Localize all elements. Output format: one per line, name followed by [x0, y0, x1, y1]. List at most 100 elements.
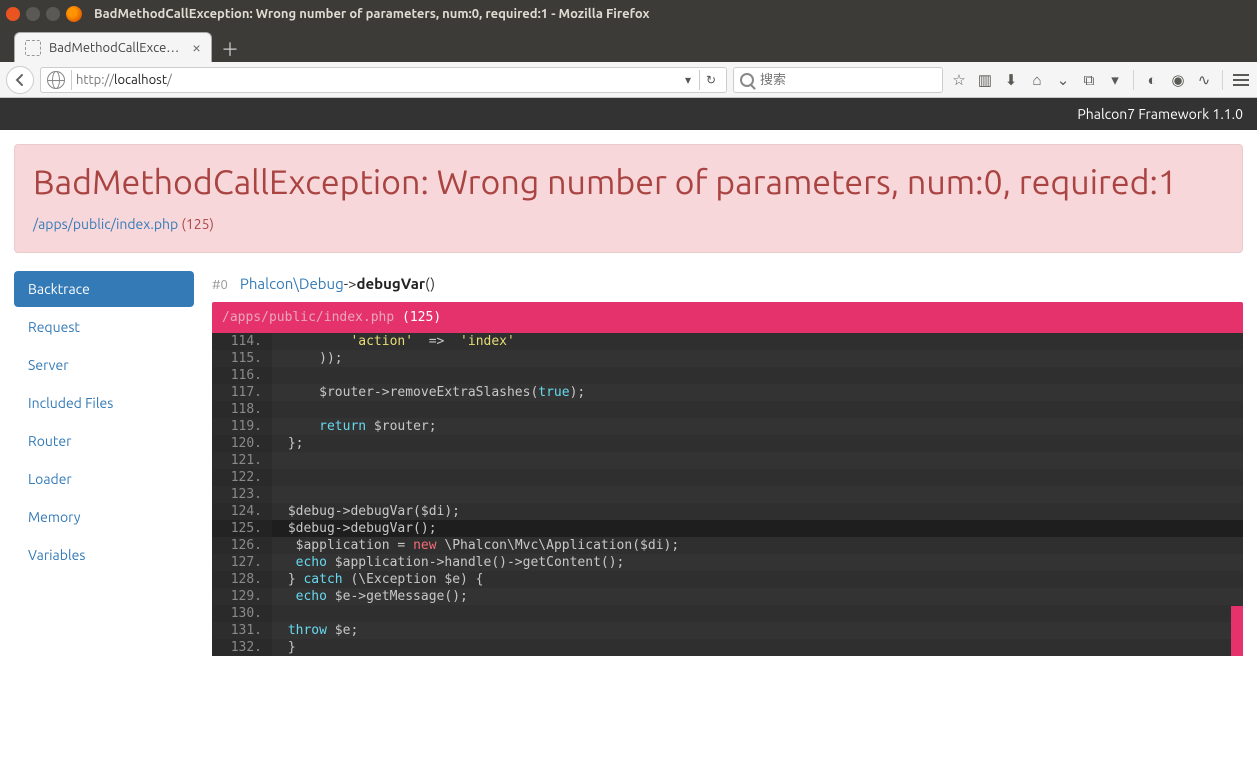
error-file-link[interactable]: /apps/public/index.php: [33, 216, 178, 232]
code-row: 126. $application = new \Phalcon\Mvc\App…: [212, 537, 1243, 554]
code-row: 123.: [212, 486, 1243, 503]
error-line: (125): [181, 216, 214, 232]
code-row: 130.: [212, 605, 1243, 622]
code-content: } catch (\Exception $e) {: [272, 571, 1243, 588]
trace-args: (): [425, 275, 435, 292]
browser-tab[interactable]: BadMethodCallExcepti... ×: [14, 32, 212, 62]
menu-button[interactable]: [1231, 70, 1251, 90]
sidebar-item-memory[interactable]: Memory: [14, 499, 194, 535]
globe-icon: [47, 71, 65, 89]
window-close-button[interactable]: [6, 7, 20, 21]
code-file-header: /apps/public/index.php (125): [212, 302, 1243, 333]
line-number: 123.: [212, 486, 272, 503]
code-content: [272, 401, 1243, 418]
trace-call: Phalcon\Debug->debugVar(): [240, 275, 435, 292]
window-minimize-button[interactable]: [26, 7, 40, 21]
line-number: 125.: [212, 520, 272, 537]
line-number: 130.: [212, 605, 272, 622]
line-number: 119.: [212, 418, 272, 435]
firefox-icon: [66, 6, 82, 22]
error-panel: BadMethodCallException: Wrong number of …: [14, 144, 1243, 253]
line-number: 122.: [212, 469, 272, 486]
window-title: BadMethodCallException: Wrong number of …: [94, 7, 650, 21]
search-box[interactable]: [733, 67, 943, 93]
trace-namespace[interactable]: Phalcon\Debug: [240, 275, 344, 292]
library-icon[interactable]: ▥: [975, 70, 995, 90]
url-dropdown-button[interactable]: ▾: [677, 73, 699, 87]
new-tab-button[interactable]: ＋: [216, 36, 244, 62]
line-number: 115.: [212, 350, 272, 367]
downloads-icon[interactable]: ⬇: [1001, 70, 1021, 90]
line-number: 120.: [212, 435, 272, 452]
code-row: 128. } catch (\Exception $e) {: [212, 571, 1243, 588]
home-icon[interactable]: ⌂: [1027, 70, 1047, 90]
tab-title: BadMethodCallExcepti...: [49, 41, 186, 55]
sidebar-item-included-files[interactable]: Included Files: [14, 385, 194, 421]
code-content: return $router;: [272, 418, 1243, 435]
code-row: 131. throw $e;: [212, 622, 1243, 639]
url-host: localhost: [114, 73, 167, 87]
bookmark-star-icon[interactable]: ☆: [949, 70, 969, 90]
addon-icon[interactable]: ◉: [1168, 70, 1188, 90]
code-body: 114. 'action' => 'index'115. ));116.117.…: [212, 333, 1243, 656]
line-number: 126.: [212, 537, 272, 554]
code-content: ));: [272, 350, 1243, 367]
error-path: /apps/public/index.php (125): [33, 216, 1224, 232]
sidebar-item-backtrace[interactable]: Backtrace: [14, 271, 194, 307]
code-content: $router->removeExtraSlashes(true);: [272, 384, 1243, 401]
main-column: #0 Phalcon\Debug->debugVar() /apps/publi…: [212, 271, 1243, 656]
code-content: }: [272, 639, 1243, 656]
code-content: echo $e->getMessage();: [272, 588, 1243, 605]
framework-bar: Phalcon7 Framework 1.1.0: [0, 98, 1257, 130]
screenshot-icon[interactable]: ⧉: [1079, 70, 1099, 90]
code-content: $application = new \Phalcon\Mvc\Applicat…: [272, 537, 1243, 554]
code-content: $debug->debugVar($di);: [272, 503, 1243, 520]
reload-button[interactable]: ↻: [700, 73, 722, 87]
url-text[interactable]: http://localhost/: [72, 73, 677, 87]
code-row: 132. }: [212, 639, 1243, 656]
scrollbar-track[interactable]: [1231, 606, 1243, 656]
code-file-path: /apps/public/index.php: [222, 310, 394, 325]
code-row: 114. 'action' => 'index': [212, 333, 1243, 350]
search-input[interactable]: [760, 72, 936, 87]
code-content: [272, 469, 1243, 486]
code-block: /apps/public/index.php (125) 114. 'actio…: [212, 302, 1243, 656]
back-button[interactable]: [6, 66, 34, 94]
search-icon: [740, 73, 754, 87]
line-number: 131.: [212, 622, 272, 639]
sidebar-item-loader[interactable]: Loader: [14, 461, 194, 497]
code-row: 121.: [212, 452, 1243, 469]
sidebar-item-request[interactable]: Request: [14, 309, 194, 345]
code-row: 118.: [212, 401, 1243, 418]
addon-icon[interactable]: ◐: [1142, 70, 1162, 90]
code-row: 125. $debug->debugVar();: [212, 520, 1243, 537]
sidebar-item-server[interactable]: Server: [14, 347, 194, 383]
trace-item: #0 Phalcon\Debug->debugVar() /apps/publi…: [212, 271, 1243, 656]
window-maximize-button[interactable]: [46, 7, 60, 21]
url-scheme: http://: [76, 73, 114, 87]
code-row: 124. $debug->debugVar($di);: [212, 503, 1243, 520]
line-number: 121.: [212, 452, 272, 469]
window-titlebar: BadMethodCallException: Wrong number of …: [0, 0, 1257, 28]
code-row: 119. return $router;: [212, 418, 1243, 435]
toolbar-separator: [1133, 70, 1134, 90]
url-box[interactable]: http://localhost/ ▾ ↻: [40, 67, 727, 93]
code-file-line: (125): [402, 310, 441, 325]
code-row: 116.: [212, 367, 1243, 384]
sidebar-item-variables[interactable]: Variables: [14, 537, 194, 573]
pocket-icon[interactable]: ⌄: [1053, 70, 1073, 90]
code-content: 'action' => 'index': [272, 333, 1243, 350]
sidebar-item-router[interactable]: Router: [14, 423, 194, 459]
chevron-down-icon[interactable]: ▾: [1105, 70, 1125, 90]
trace-method: debugVar: [357, 275, 426, 292]
code-content: };: [272, 435, 1243, 452]
addon-icon[interactable]: ∿: [1194, 70, 1214, 90]
code-row: 127. echo $application->handle()->getCon…: [212, 554, 1243, 571]
page-body: Phalcon7 Framework 1.1.0 BadMethodCallEx…: [0, 98, 1257, 670]
line-number: 128.: [212, 571, 272, 588]
code-content: [272, 452, 1243, 469]
tab-close-button[interactable]: ×: [192, 39, 201, 57]
code-content: [272, 486, 1243, 503]
line-number: 124.: [212, 503, 272, 520]
code-row: 129. echo $e->getMessage();: [212, 588, 1243, 605]
